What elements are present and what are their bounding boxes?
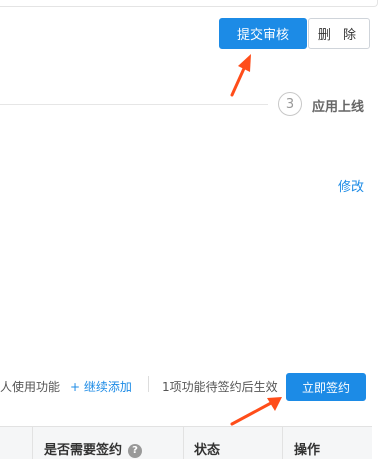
- annotation-arrows: [230, 54, 282, 426]
- annotation-arrow-sign: [230, 397, 282, 426]
- annotation-arrow-submit: [230, 54, 251, 97]
